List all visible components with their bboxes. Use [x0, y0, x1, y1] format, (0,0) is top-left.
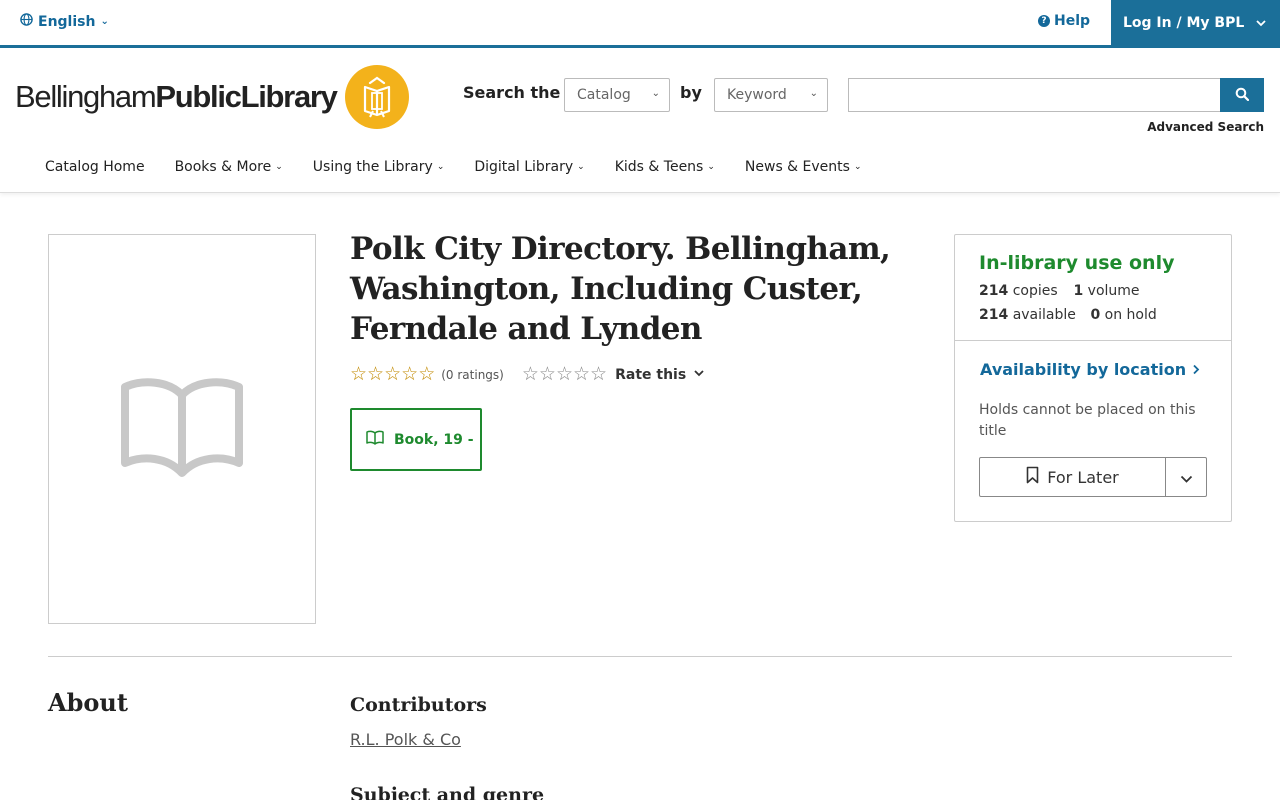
nav-item-kids-teens[interactable]: Kids & Teens ⌄ [615, 159, 715, 175]
format-button[interactable]: Book, 19 - [350, 408, 482, 471]
star-empty-icon: ☆ [367, 363, 385, 385]
search-field-select[interactable]: Keyword ⌄ [714, 78, 828, 112]
chevron-down-icon: ⌄ [809, 88, 818, 99]
search-icon [1235, 86, 1250, 105]
rate-this-button[interactable]: ☆ ☆ ☆ ☆ ☆ Rate this [522, 365, 704, 384]
for-later-control: For Later [979, 457, 1207, 497]
utility-bar: English ⌄ ? Help Log In / My BPL [0, 0, 1280, 48]
language-selector[interactable]: English ⌄ [20, 13, 109, 30]
nav-item-digital-library[interactable]: Digital Library ⌄ [474, 159, 584, 175]
copies-row: 214 copies 1 volume [979, 283, 1140, 299]
star-empty-icon[interactable]: ☆ [522, 365, 539, 384]
main-nav: Catalog Home Books & More ⌄ Using the Lib… [45, 159, 862, 175]
chevron-down-icon [1180, 468, 1193, 487]
format-label: Book, 19 - [394, 431, 474, 448]
search-button[interactable] [1220, 78, 1264, 112]
star-empty-icon: ☆ [350, 363, 368, 385]
login-label: Log In / My BPL [1123, 14, 1245, 31]
language-label: English [38, 13, 96, 30]
jacket-placeholder [48, 234, 316, 624]
holds-row: 214 available 0 on hold [979, 307, 1157, 323]
contributors-heading: Contributors [350, 694, 487, 716]
book-reader-icon [344, 65, 409, 129]
star-empty-icon[interactable]: ☆ [590, 365, 607, 384]
help-link[interactable]: ? Help [1038, 13, 1090, 29]
availability-card: In-library use only 214 copies 1 volume … [954, 234, 1232, 522]
volume-count: 1 [1073, 283, 1084, 299]
rate-this-label: Rate this [615, 366, 687, 383]
chevron-down-icon: ⌄ [436, 162, 445, 172]
record-title: Polk City Directory. Bellingham, Washing… [350, 231, 891, 347]
nav-item-using-library[interactable]: Using the Library ⌄ [313, 159, 445, 175]
book-icon [366, 430, 384, 449]
for-later-label: For Later [1047, 467, 1119, 487]
about-heading: About [48, 688, 128, 717]
library-logo[interactable]: BellinghamPublicLibrary [15, 65, 409, 129]
chevron-down-icon: ⌄ [275, 162, 283, 172]
subject-genre-heading: Subject and genre [350, 784, 545, 800]
chevron-down-icon: ⌄ [853, 162, 862, 172]
chevron-down-icon [1256, 15, 1266, 31]
site-header: BellinghamPublicLibrary Search the Catal… [0, 48, 1280, 193]
user-rating-stars[interactable]: ☆ ☆ ☆ ☆ ☆ [522, 365, 607, 384]
search-input[interactable] [848, 78, 1221, 112]
chevron-down-icon: ⌄ [577, 162, 585, 172]
availability-by-location-link[interactable]: Availability by location [980, 360, 1200, 379]
star-empty-icon[interactable]: ☆ [539, 365, 556, 384]
average-rating-stars: ☆ ☆ ☆ ☆ ☆ [350, 365, 435, 384]
nav-item-books-more[interactable]: Books & More ⌄ [175, 159, 283, 175]
section-divider [48, 656, 1232, 657]
copies-count: 214 [979, 283, 1009, 299]
login-button[interactable]: Log In / My BPL [1111, 0, 1280, 45]
star-empty-icon: ☆ [384, 363, 402, 385]
for-later-button[interactable]: For Later [980, 458, 1166, 496]
help-label: Help [1054, 13, 1091, 29]
star-empty-icon: ☆ [418, 363, 436, 385]
availability-status: In-library use only [979, 252, 1175, 274]
by-label: by [680, 83, 702, 102]
available-count: 214 [979, 307, 1009, 323]
card-divider [955, 340, 1231, 341]
advanced-search-link[interactable]: Advanced Search [1147, 120, 1264, 134]
open-book-icon [121, 375, 243, 483]
contributor-link[interactable]: R.L. Polk & Co [350, 730, 461, 749]
chevron-down-icon [694, 369, 704, 380]
holds-note: Holds cannot be placed on this title [979, 402, 1196, 439]
logo-text: BellinghamPublicLibrary [15, 79, 338, 114]
hold-count: 0 [1090, 307, 1101, 323]
chevron-right-icon [1192, 360, 1200, 379]
chevron-down-icon: ⌄ [100, 16, 109, 27]
nav-item-catalog-home[interactable]: Catalog Home [45, 159, 145, 175]
shelf-options-toggle[interactable] [1166, 458, 1206, 496]
chevron-down-icon: ⌄ [651, 88, 660, 99]
bookmark-icon [1026, 466, 1039, 488]
star-empty-icon[interactable]: ☆ [573, 365, 590, 384]
globe-icon [20, 13, 33, 30]
search-scope-select[interactable]: Catalog ⌄ [564, 78, 670, 112]
ratings-row: ☆ ☆ ☆ ☆ ☆ (0 ratings) ☆ ☆ ☆ ☆ ☆ Rate thi… [350, 365, 704, 384]
search-label: Search the [463, 83, 561, 102]
question-icon: ? [1038, 15, 1050, 27]
rating-count: (0 ratings) [441, 367, 504, 382]
star-empty-icon: ☆ [401, 363, 419, 385]
chevron-down-icon: ⌄ [707, 162, 715, 172]
nav-item-news-events[interactable]: News & Events ⌄ [745, 159, 862, 175]
star-empty-icon[interactable]: ☆ [556, 365, 573, 384]
